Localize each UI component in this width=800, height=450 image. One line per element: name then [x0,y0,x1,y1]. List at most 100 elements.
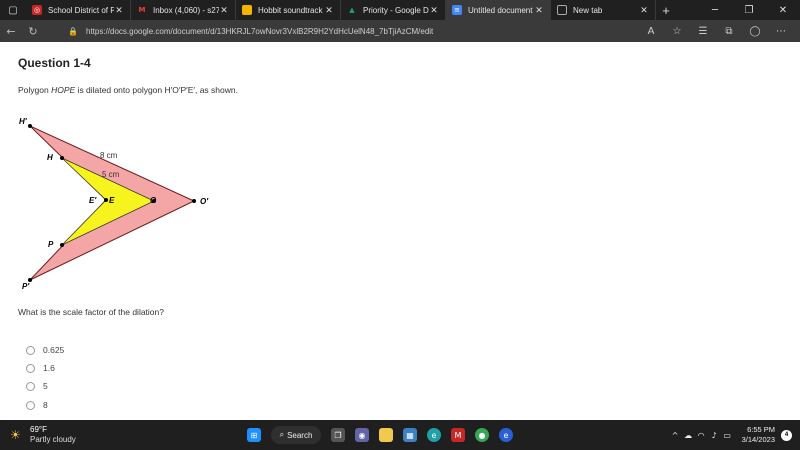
tab-bar: ▢ ◎ School District of Palm ✕ M Inbox (4… [0,0,800,20]
label-e: E [109,196,115,205]
chat-icon: ◉ [355,428,369,442]
label-h: H [47,153,53,162]
teams-chat-button[interactable]: ◉ [351,425,373,445]
wifi-icon[interactable]: ◠ [695,431,708,440]
tab-title: Priority - Google Drive [363,5,429,15]
edge-beta-icon: e [499,428,513,442]
newtab-icon [557,5,567,15]
reload-icon[interactable]: ↻ [22,20,44,42]
vertex-o-prime [192,199,196,203]
close-tab-icon[interactable]: ✕ [534,5,544,16]
url-field[interactable]: 🔒 https://docs.google.com/document/d/13H… [68,23,628,39]
option-1[interactable]: 0.625 [26,345,64,355]
label-p: P [48,240,54,249]
chevron-up-icon[interactable]: ^ [669,431,682,440]
notification-badge[interactable]: 4 [781,429,792,441]
mcafee-button[interactable]: M [447,425,469,445]
task-view-icon: ❐ [331,428,345,442]
option-label: 0.625 [43,345,65,355]
tab-actions-icon[interactable]: ▢ [0,0,26,20]
volume-icon[interactable]: ♪ [708,431,721,440]
taskbar: ☀ 69°F Partly cloudy ⊞ ⌕ Search ❐ ◉ ▦ e … [0,420,800,450]
store-button[interactable]: ▦ [399,425,421,445]
tab-google-drive[interactable]: ▲ Priority - Google Drive ✕ [341,0,446,20]
date: 3/14/2023 [741,435,775,444]
file-explorer-button[interactable] [375,425,397,445]
radio-button[interactable] [26,381,35,391]
close-tab-icon[interactable]: ✕ [219,5,229,16]
mcafee-icon: M [451,428,465,442]
chrome-icon: ● [475,428,489,442]
windows-icon: ⊞ [247,428,261,442]
measure-outer: 8 cm [100,151,118,160]
option-4[interactable]: 8 [26,400,48,410]
more-menu-icon[interactable]: ⋯ [768,26,794,37]
collections-icon[interactable]: ⧉ [716,26,742,37]
close-tab-icon[interactable]: ✕ [324,5,334,16]
search-label: Search [287,430,313,440]
option-label: 8 [43,400,48,410]
close-window-icon[interactable]: ✕ [766,0,800,20]
restore-icon[interactable]: ❐ [732,0,766,20]
close-tab-icon[interactable]: ✕ [429,5,439,16]
image-polygon-name: H′O′P′E′ [164,85,195,95]
cloud-icon[interactable]: ☁ [682,431,695,440]
chrome-button[interactable]: ● [471,425,493,445]
close-tab-icon[interactable]: ✕ [114,5,124,16]
task-view-button[interactable]: ❐ [327,425,349,445]
clock[interactable]: 6:55 PM 3/14/2023 [742,425,775,445]
document-content: Question 1-4 Polygon HOPE is dilated ont… [0,42,800,420]
label-h-prime: H′ [19,117,28,126]
radio-button[interactable] [26,345,35,355]
edge-button[interactable]: e [423,425,445,445]
close-tab-icon[interactable]: ✕ [639,5,649,16]
time: 6:55 PM [747,425,775,434]
profile-icon[interactable]: ◯ [742,26,768,37]
minimize-icon[interactable]: ─ [698,0,732,20]
taskbar-search[interactable]: ⌕ Search [271,426,321,444]
bookmark-icon [242,5,252,15]
taskbar-apps: ⊞ ⌕ Search ❐ ◉ ▦ e M ● e [243,425,519,445]
school-icon: ◎ [32,5,42,15]
radio-button[interactable] [26,400,35,410]
read-aloud-icon[interactable]: A [638,26,664,37]
vertex-h-prime [28,124,32,128]
tab-title: Hobbit soundtrack - G [258,5,324,15]
prompt-prefix: Polygon [18,85,52,95]
drive-icon: ▲ [349,6,355,14]
weather-text: 69°F Partly cloudy [30,425,76,445]
favorites-icon[interactable]: ☰ [690,26,716,37]
prompt-suffix: , as shown. [194,85,238,95]
vertex-e [104,198,108,202]
tab-school-district[interactable]: ◎ School District of Palm ✕ [26,0,131,20]
option-3[interactable]: 5 [26,381,48,391]
vertex-h [60,156,64,160]
docs-icon: ≡ [452,5,462,15]
search-icon: ⌕ [279,430,285,439]
weather-widget[interactable]: ☀ 69°F Partly cloudy [10,425,76,445]
question-prompt: Polygon HOPE is dilated onto polygon H′O… [18,85,238,95]
tab-untitled-document[interactable]: ≡ Untitled document - G ✕ [446,0,551,20]
dilation-figure: H′ H E′ E O O′ P P′ 8 cm 5 cm [19,117,209,290]
edge-beta-button[interactable]: e [495,425,517,445]
start-button[interactable]: ⊞ [243,425,265,445]
option-label: 5 [43,381,48,391]
lock-icon[interactable]: 🔒 [68,27,80,36]
label-o-prime: O′ [200,197,209,206]
tab-title: New tab [573,5,603,15]
battery-icon[interactable]: ▭ [721,431,734,440]
back-icon[interactable]: ← [0,20,22,42]
label-e-prime: E′ [89,196,97,205]
tab-new-tab[interactable]: New tab ✕ [551,0,656,20]
radio-button[interactable] [26,363,35,373]
tab-gmail-inbox[interactable]: M Inbox (4,060) - s27997 ✕ [131,0,236,20]
option-2[interactable]: 1.6 [26,363,55,373]
tab-hobbit-soundtrack[interactable]: Hobbit soundtrack - G ✕ [236,0,341,20]
favorite-star-icon[interactable]: ☆ [664,26,690,37]
window-controls: ─ ❐ ✕ [698,0,800,20]
label-o: O [150,196,157,205]
new-tab-plus-icon[interactable]: + [656,0,676,20]
scale-factor-question: What is the scale factor of the dilation… [18,307,164,317]
edge-icon: e [427,428,441,442]
label-p-prime: P′ [22,282,30,290]
